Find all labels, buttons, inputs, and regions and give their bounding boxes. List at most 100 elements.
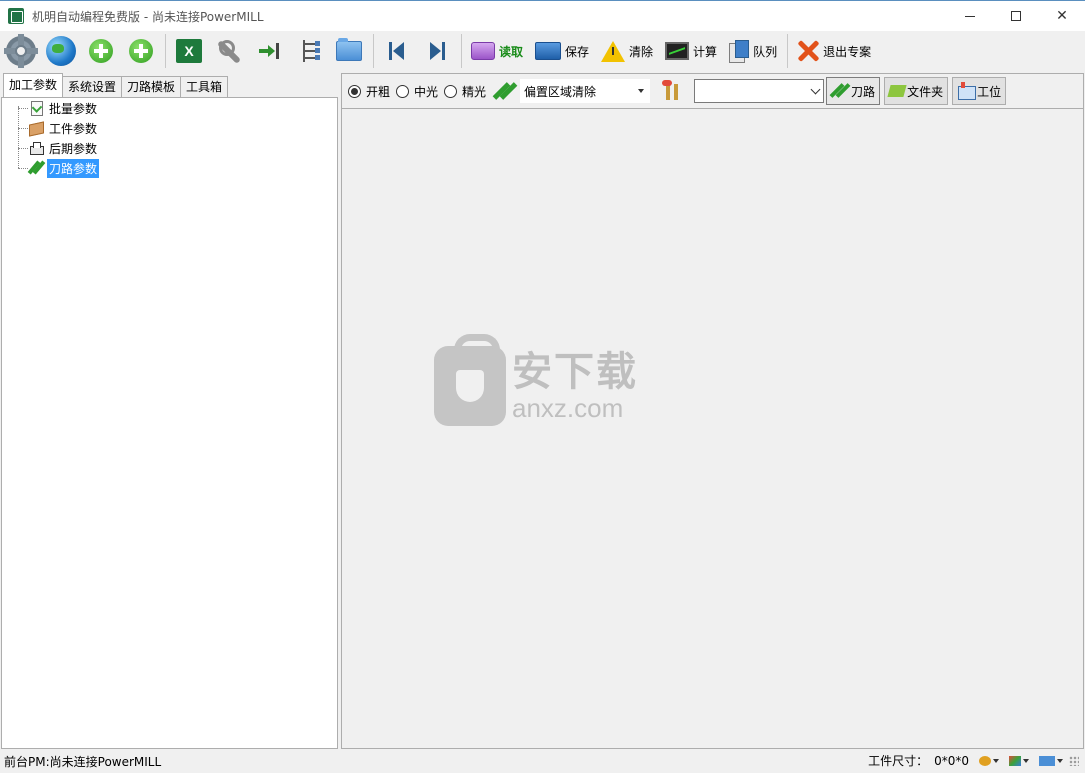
- maximize-icon: [1011, 11, 1021, 21]
- import-button[interactable]: [251, 33, 287, 69]
- excel-icon: X: [176, 39, 202, 63]
- clear-button[interactable]: 清除: [597, 33, 657, 69]
- tree-item-batch-params[interactable]: 批量参数: [16, 98, 99, 118]
- main-panel: 开粗 中光 精光 偏置区域清除 刀路 文件夹 工位 安下载 anxz.com: [341, 73, 1084, 749]
- toolpath-icon: [494, 80, 516, 102]
- title-bar: 机明自动编程免费版 - 尚未连接PowerMILL ✕: [0, 0, 1085, 31]
- template-select[interactable]: [694, 79, 825, 103]
- options-bar: 开粗 中光 精光 偏置区域清除 刀路 文件夹 工位: [342, 74, 1083, 109]
- folder-button[interactable]: [331, 33, 367, 69]
- part-size-label: 工件尺寸：: [868, 754, 929, 768]
- tree-item-part-params[interactable]: 工件参数: [16, 118, 99, 138]
- tools-icon[interactable]: [662, 80, 686, 102]
- radio-finishing[interactable]: 精光: [444, 83, 486, 100]
- connect-button[interactable]: [43, 33, 79, 69]
- station-button-label: 工位: [977, 84, 1002, 99]
- tree-item-label: 刀路参数: [47, 158, 100, 178]
- add-icon: [89, 39, 113, 63]
- toolpath-button-label: 刀路: [851, 84, 876, 99]
- toolbar-separator: [787, 34, 789, 68]
- left-panel: 加工参数 系统设置 刀路模板 工具箱 批量参数 工件参数 后期参数 刀路参数: [1, 73, 339, 749]
- part-size-value: 0*0*0: [934, 753, 969, 768]
- app-icon: [8, 8, 24, 24]
- last-button[interactable]: [419, 33, 455, 69]
- folder-button[interactable]: 文件夹: [884, 77, 949, 105]
- tree-item-label: 工件参数: [49, 121, 98, 136]
- globe-icon: [46, 36, 76, 66]
- station-button[interactable]: 工位: [952, 77, 1007, 105]
- tree-structure-icon: [298, 40, 320, 62]
- wrench-icon: [216, 38, 242, 64]
- radio-label: 中光: [414, 84, 439, 99]
- radio-dot: [396, 84, 410, 98]
- add-button-1[interactable]: [83, 33, 119, 69]
- folder-dropdown[interactable]: [1039, 755, 1063, 766]
- queue-label: 队列: [753, 44, 778, 59]
- window-controls: ✕: [947, 1, 1085, 31]
- excel-button[interactable]: X: [171, 33, 207, 69]
- shield-icon: [434, 334, 506, 426]
- close-button[interactable]: ✕: [1039, 1, 1085, 31]
- radio-label: 开粗: [366, 84, 391, 99]
- queue-button[interactable]: 队列: [725, 33, 781, 69]
- close-icon: ✕: [1056, 8, 1068, 24]
- read-button[interactable]: 读取: [467, 33, 527, 69]
- batch-params-icon: [28, 100, 44, 116]
- toolpath-button[interactable]: 刀路: [826, 77, 881, 105]
- clear-label: 清除: [629, 44, 654, 59]
- warning-icon: [601, 40, 626, 62]
- folder-icon: [887, 85, 907, 97]
- exit-project-label: 退出专案: [823, 44, 872, 59]
- tab-machining-params[interactable]: 加工参数: [3, 73, 64, 97]
- radio-label: 精光: [462, 84, 487, 99]
- tree-item-post-params[interactable]: 后期参数: [16, 138, 99, 158]
- status-bar: 前台PM:尚未连接PowerMILL 工件尺寸： 0*0*0: [0, 750, 1085, 773]
- toolpath-params-icon: [28, 160, 44, 176]
- connection-status: 前台PM:尚未连接PowerMILL: [4, 755, 162, 769]
- add-icon: [129, 39, 153, 63]
- add-button-2[interactable]: [123, 33, 159, 69]
- minimize-icon: [965, 15, 975, 17]
- chevron-down-icon: [993, 758, 999, 763]
- gear-icon: [4, 34, 38, 68]
- radio-dot: [444, 84, 458, 98]
- toolbar-separator: [461, 34, 462, 68]
- part-params-icon: [28, 120, 44, 136]
- folder-icon: [1039, 755, 1055, 766]
- watermark-cn: 安下载: [512, 349, 638, 395]
- tree-item-toolpath-params[interactable]: 刀路参数: [16, 158, 100, 178]
- params-tree-panel: 批量参数 工件参数 后期参数 刀路参数: [1, 97, 338, 749]
- params-tree: 批量参数 工件参数 后期参数 刀路参数: [16, 98, 100, 178]
- tab-toolpath-templates[interactable]: 刀路模板: [121, 76, 182, 97]
- save-button[interactable]: 保存: [531, 33, 593, 69]
- save-icon: [535, 42, 562, 60]
- undo-icon: [979, 755, 991, 766]
- undo-dropdown[interactable]: [979, 755, 999, 766]
- strategy-select[interactable]: 偏置区域清除: [520, 79, 651, 103]
- first-button[interactable]: [379, 33, 415, 69]
- exit-x-icon: [797, 40, 819, 62]
- resize-grip-icon[interactable]: [1069, 755, 1079, 766]
- minimize-button[interactable]: [947, 1, 993, 31]
- maximize-button[interactable]: [993, 1, 1039, 31]
- exit-project-button[interactable]: 退出专案: [793, 33, 875, 69]
- view-dropdown[interactable]: [1009, 755, 1029, 766]
- import-arrow-icon: [259, 43, 279, 59]
- toolbar-separator: [165, 34, 166, 68]
- chevron-down-icon: [1057, 758, 1063, 763]
- skip-last-icon: [429, 42, 445, 60]
- settings-button[interactable]: [3, 33, 39, 69]
- skip-first-icon: [389, 42, 405, 60]
- tab-system-settings[interactable]: 系统设置: [62, 76, 123, 97]
- calculate-button[interactable]: 计算: [661, 33, 721, 69]
- save-label: 保存: [565, 44, 590, 59]
- folder-button-label: 文件夹: [907, 84, 944, 99]
- tab-toolbox[interactable]: 工具箱: [180, 76, 229, 97]
- radio-roughing[interactable]: 开粗: [348, 83, 390, 100]
- tool-button[interactable]: [211, 33, 247, 69]
- chevron-down-icon: [1023, 758, 1029, 763]
- tree-button[interactable]: [291, 33, 327, 69]
- radio-semi-finish[interactable]: 中光: [396, 83, 438, 100]
- radio-dot: [348, 84, 361, 98]
- read-label: 读取: [499, 44, 524, 59]
